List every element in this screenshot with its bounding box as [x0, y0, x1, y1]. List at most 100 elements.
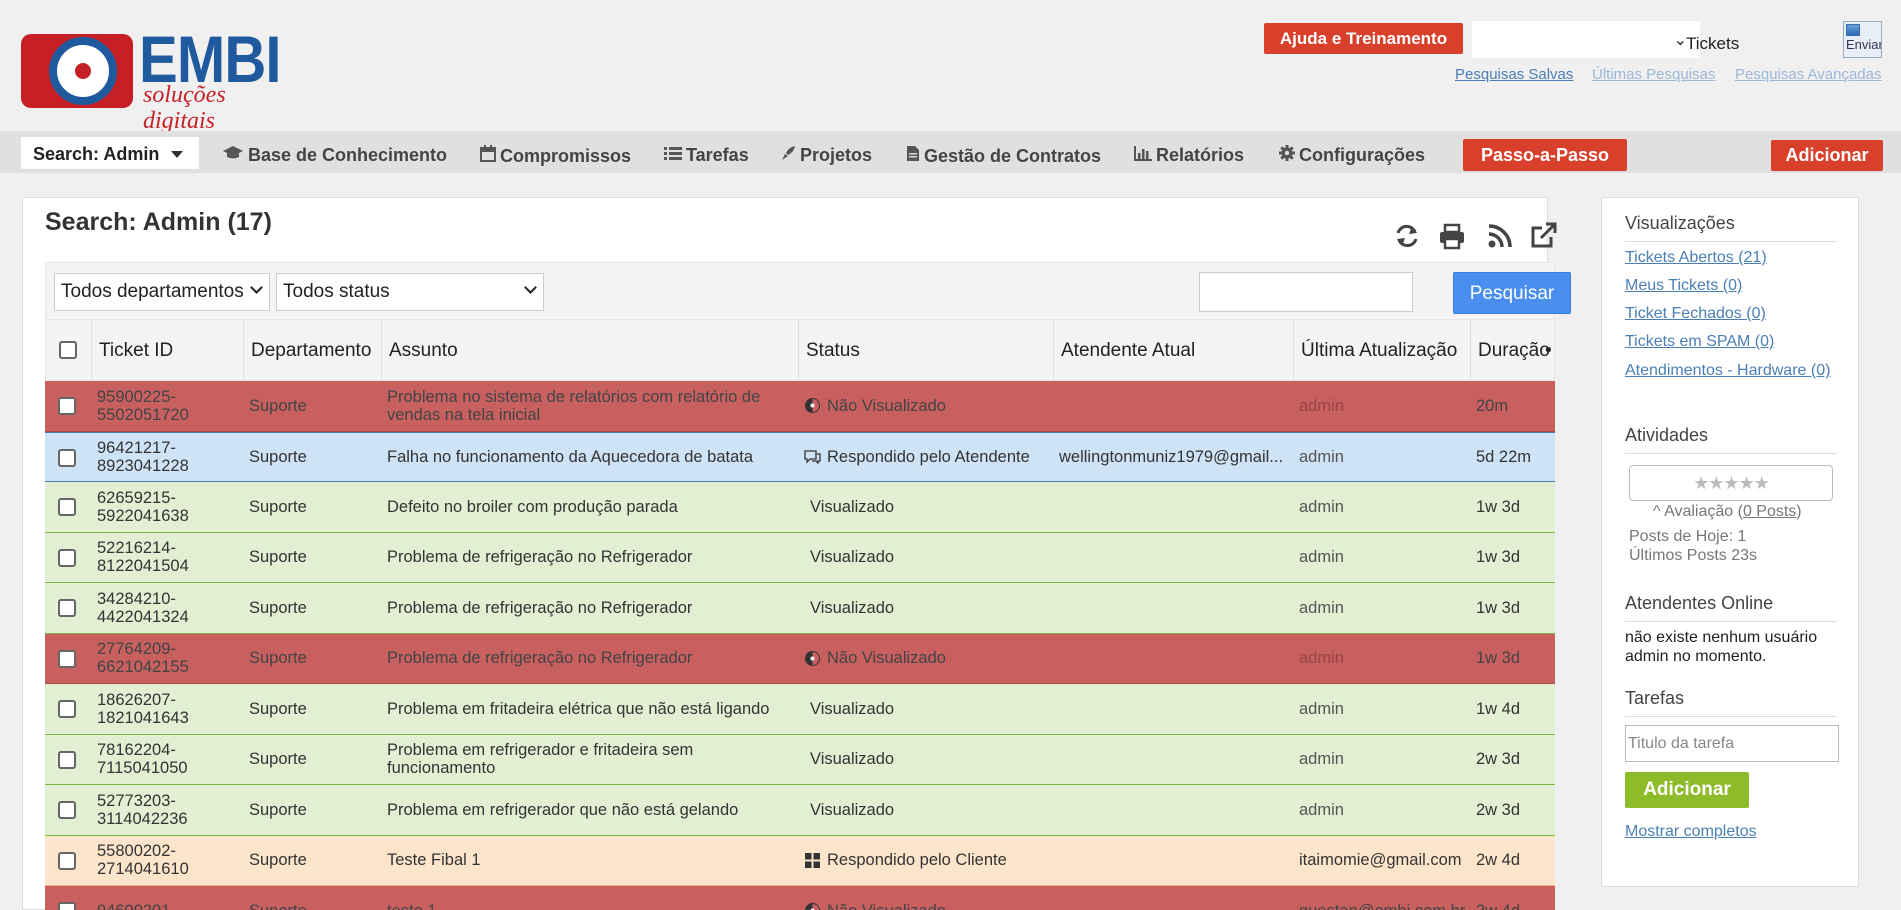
table-row[interactable]: 96421217- 8923041228 Suporte Falha no funci…	[45, 431, 1555, 482]
show-completed-link[interactable]: Mostrar completos	[1625, 823, 1757, 841]
subject-cell[interactable]: Problema em refrigerador que não está ge…	[387, 785, 794, 835]
row-checkbox[interactable]	[58, 498, 76, 516]
ticket-id-cell[interactable]: 96421217- 8923041228	[97, 433, 239, 482]
view-link-open-tickets[interactable]: Tickets Abertos (21)	[1625, 249, 1767, 267]
ticket-id-cell[interactable]: 94600201-	[97, 886, 239, 910]
select-all-checkbox[interactable]	[59, 341, 77, 359]
col-current-agent[interactable]: Atendente Atual	[1053, 320, 1293, 380]
view-link-hardware[interactable]: Atendimentos - Hardware (0)	[1625, 361, 1837, 380]
subject-cell[interactable]: Defeito no broiler com produção parada	[387, 482, 794, 532]
table-row[interactable]: 18626207- 1821041643 Suporte Problema em fr…	[45, 684, 1555, 735]
ticket-id-cell[interactable]: 34284210- 4422041324	[97, 583, 239, 633]
last-update-cell-text: admin	[1299, 598, 1344, 617]
row-checkbox[interactable]	[58, 902, 76, 910]
table-header: Ticket ID Departamento Assunto Status At…	[45, 320, 1555, 381]
view-link-my-tickets[interactable]: Meus Tickets (0)	[1625, 277, 1742, 295]
add-button[interactable]: Adicionar	[1771, 140, 1883, 171]
subject-cell[interactable]: Falha no funcionamento da Aquecedora de …	[387, 433, 794, 482]
table-row[interactable]: 55800202- 2714041610 Suporte Teste Fibal 1 R…	[45, 835, 1555, 886]
row-checkbox[interactable]	[58, 851, 76, 870]
duration-cell-text: 2w 3d	[1476, 750, 1521, 769]
ticket-id-cell[interactable]: 62659215- 5922041638	[97, 482, 239, 532]
row-checkbox[interactable]	[58, 649, 76, 668]
col-last-update[interactable]: Última Atualização	[1293, 320, 1470, 380]
saved-searches-link[interactable]: Pesquisas Salvas	[1455, 66, 1573, 83]
subject-cell[interactable]: Problema em refrigerador e fritadeira se…	[387, 735, 794, 785]
department-cell: Suporte	[249, 433, 377, 482]
nav-item-knowledge-base[interactable]: Base de Conhecimento	[222, 145, 447, 166]
nav-item-reports[interactable]: Relatórios	[1134, 145, 1244, 166]
subject-cell[interactable]: Problema de refrigeração no Refrigerador	[387, 533, 794, 583]
send-image-button[interactable]: Enviar	[1843, 21, 1882, 58]
subject-cell[interactable]: Problema no sistema de relatórios com re…	[387, 381, 794, 431]
help-training-button[interactable]: Ajuda e Treinamento	[1264, 23, 1463, 54]
col-department[interactable]: Departamento	[243, 320, 381, 380]
ticket-id-cell[interactable]: 18626207- 1821041643	[97, 684, 239, 734]
table-row[interactable]: 94600201- Suporte teste 1 Não Visualizado gu…	[45, 886, 1555, 910]
col-ticket-id[interactable]: Ticket ID	[91, 320, 243, 380]
ticket-id-cell[interactable]: 27764209- 6621042155	[97, 634, 239, 684]
department-filter-select[interactable]: Todos departamentos	[54, 273, 270, 311]
subject-cell[interactable]: Teste Fibal 1	[387, 836, 794, 886]
table-row[interactable]: 52216214- 8122041504 Suporte Problema de re…	[45, 532, 1555, 583]
search-input[interactable]	[1199, 272, 1413, 312]
ticket-id-cell[interactable]: 95900225- 5502051720	[97, 381, 239, 431]
table-row[interactable]: 52773203- 3114042236 Suporte Problema em re…	[45, 785, 1555, 836]
embi-logo[interactable]: EMBI soluções digitais	[21, 26, 282, 134]
subject-cell[interactable]: Problema de refrigeração no Refrigerador	[387, 634, 794, 684]
nav-item-projects[interactable]: Projetos	[781, 145, 872, 166]
search-type-select[interactable]: Tickets ⌄	[1472, 21, 1739, 58]
print-icon[interactable]	[1438, 222, 1466, 250]
step-by-step-button[interactable]: Passo-a-Passo	[1463, 139, 1627, 171]
rating-stars[interactable]: ★★★★★	[1629, 465, 1833, 501]
view-link-spam-tickets[interactable]: Tickets em SPAM (0)	[1625, 333, 1774, 351]
logo-mark-icon	[21, 34, 133, 108]
row-checkbox[interactable]	[58, 801, 76, 819]
search-button[interactable]: Pesquisar	[1453, 272, 1571, 314]
nav-item-tasks[interactable]: Tarefas	[664, 145, 749, 166]
row-checkbox[interactable]	[58, 397, 76, 415]
chevron-down-icon	[250, 281, 263, 294]
row-checkbox[interactable]	[58, 548, 76, 567]
nav-item-contracts[interactable]: Gestão de Contratos	[906, 145, 1101, 167]
nav-item-settings[interactable]: Configurações	[1279, 145, 1425, 166]
subject-cell[interactable]: Problema de refrigeração no Refrigerador	[387, 583, 794, 633]
external-link-icon[interactable]	[1529, 222, 1557, 250]
ticket-id-cell[interactable]: 52216214- 8122041504	[97, 533, 239, 583]
nav-item-appointments[interactable]: Compromissos	[480, 145, 631, 167]
row-checkbox[interactable]	[58, 448, 76, 467]
recent-searches-link[interactable]: Últimas Pesquisas	[1592, 66, 1715, 83]
row-checkbox[interactable]	[58, 700, 76, 718]
view-link-closed-tickets[interactable]: Ticket Fechados (0)	[1625, 305, 1766, 323]
add-task-button[interactable]: Adicionar	[1625, 772, 1749, 808]
ticket-id-cell[interactable]: 55800202- 2714041610	[97, 836, 239, 886]
subject-cell[interactable]: Problema em fritadeira elétrica que não …	[387, 684, 794, 734]
divider	[1625, 453, 1837, 454]
advanced-searches-link[interactable]: Pesquisas Avançadas	[1735, 66, 1882, 83]
col-subject[interactable]: Assunto	[381, 320, 798, 380]
status-filter-select[interactable]: Todos status	[276, 273, 544, 311]
rss-icon[interactable]	[1486, 222, 1514, 250]
table-row[interactable]: 78162204- 7115041050 Suporte Problema em re…	[45, 734, 1555, 785]
select-all-cell	[46, 320, 91, 380]
table-row[interactable]: 27764209- 6621042155 Suporte Problema de re…	[45, 633, 1555, 684]
row-checkbox[interactable]	[58, 750, 76, 769]
rating-posts-link[interactable]: 0 Posts	[1743, 503, 1796, 520]
refresh-icon[interactable]	[1393, 222, 1421, 250]
ticket-id-cell[interactable]: 52773203- 3114042236	[97, 785, 239, 835]
subject-cell[interactable]: teste 1	[387, 886, 794, 910]
task-title-input[interactable]: Titulo da tarefa	[1625, 725, 1839, 762]
col-status[interactable]: Status	[798, 320, 1053, 380]
col-duration[interactable]: Duração ●	[1470, 320, 1556, 380]
agent-cell	[1059, 583, 1289, 633]
row-checkbox[interactable]	[58, 599, 76, 617]
table-row[interactable]: 34284210- 4422041324 Suporte Problema de re…	[45, 583, 1555, 634]
table-row[interactable]: 95900225- 5502051720 Suporte Problema no si…	[45, 381, 1555, 432]
nav-current-search[interactable]: Search: Admin	[21, 137, 199, 169]
ticket-id-part2: 2714041610	[97, 860, 189, 879]
status-cell-text: Visualizado	[810, 548, 895, 567]
table-row[interactable]: 62659215- 5922041638 Suporte Defeito no bro…	[45, 482, 1555, 533]
last-update-cell: guestan@embi.com.br	[1299, 886, 1466, 910]
posts-today: Posts de Hoje: 1	[1629, 528, 1747, 545]
ticket-id-cell[interactable]: 78162204- 7115041050	[97, 735, 239, 785]
